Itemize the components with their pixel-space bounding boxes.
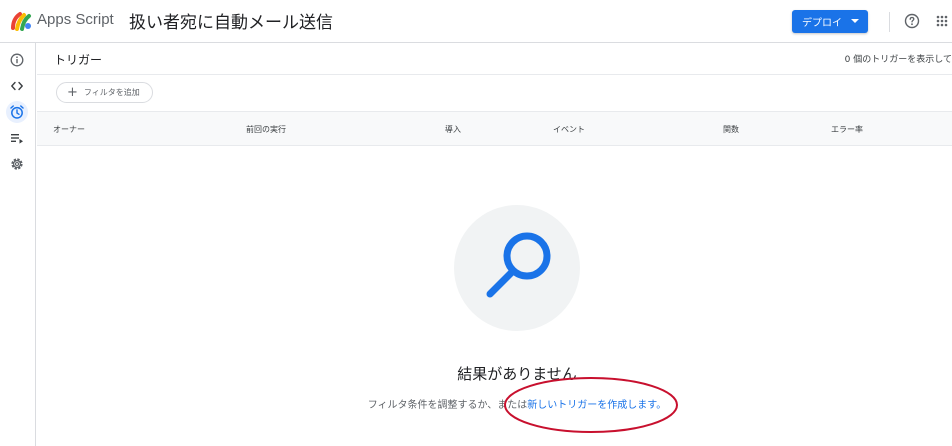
column-header-deployment[interactable]: 導入 <box>445 124 461 135</box>
add-filter-label: フィルタを追加 <box>83 88 140 97</box>
project-title[interactable]: 扱い者宛に自動メール送信 <box>129 8 333 33</box>
sidebar-item-overview[interactable] <box>6 49 28 71</box>
deploy-button-label: デプロイ <box>802 18 842 29</box>
table-header: オーナー 前回の実行 導入 イベント 関数 エラー率 <box>37 111 952 146</box>
empty-state-illustration <box>454 205 580 331</box>
plus-icon: + <box>67 85 78 100</box>
apps-script-logo-icon[interactable] <box>10 10 32 32</box>
main-content: トリガー 0 個のトリガーを表示して + フィルタを追加 オーナー 前回の実行 … <box>37 43 952 446</box>
chevron-down-icon <box>851 19 859 23</box>
column-header-last-run[interactable]: 前回の実行 <box>246 124 286 135</box>
executions-icon <box>11 134 23 144</box>
empty-state-text: フィルタ条件を調整するか、または <box>367 400 528 411</box>
info-icon <box>10 53 24 67</box>
empty-state-title: 結果がありません <box>457 365 577 383</box>
sidebar-item-triggers[interactable] <box>6 101 28 123</box>
sidebar-item-editor[interactable] <box>6 75 28 97</box>
settings-icon <box>11 158 23 170</box>
left-sidebar <box>0 43 36 446</box>
search-magnifier-icon <box>486 232 551 298</box>
sidebar-item-executions[interactable] <box>6 127 28 149</box>
column-header-event[interactable]: イベント <box>553 124 585 135</box>
code-icon <box>11 81 23 91</box>
add-filter-button[interactable]: + フィルタを追加 <box>56 82 153 103</box>
trigger-count-text: 0 個のトリガーを表示して <box>844 55 952 65</box>
app-name[interactable]: Apps Script <box>37 11 114 28</box>
help-circle-icon[interactable] <box>904 13 920 29</box>
deploy-button[interactable]: デプロイ <box>792 10 868 33</box>
sidebar-item-settings[interactable] <box>6 153 28 175</box>
column-header-function[interactable]: 関数 <box>723 124 739 135</box>
page-title: トリガー <box>54 53 103 67</box>
alarm-clock-icon <box>10 105 24 119</box>
create-trigger-link[interactable]: 新しいトリガーを作成します。 <box>527 400 666 411</box>
divider <box>37 74 952 75</box>
apps-grid-icon[interactable] <box>936 15 948 27</box>
top-bar: Apps Script 扱い者宛に自動メール送信 デプロイ <box>0 0 952 43</box>
empty-state-message: フィルタ条件を調整するか、または新しいトリガーを作成します。 <box>187 396 847 411</box>
column-header-error-rate[interactable]: エラー率 <box>831 124 863 135</box>
divider <box>889 12 890 32</box>
column-header-owner[interactable]: オーナー <box>53 124 85 135</box>
